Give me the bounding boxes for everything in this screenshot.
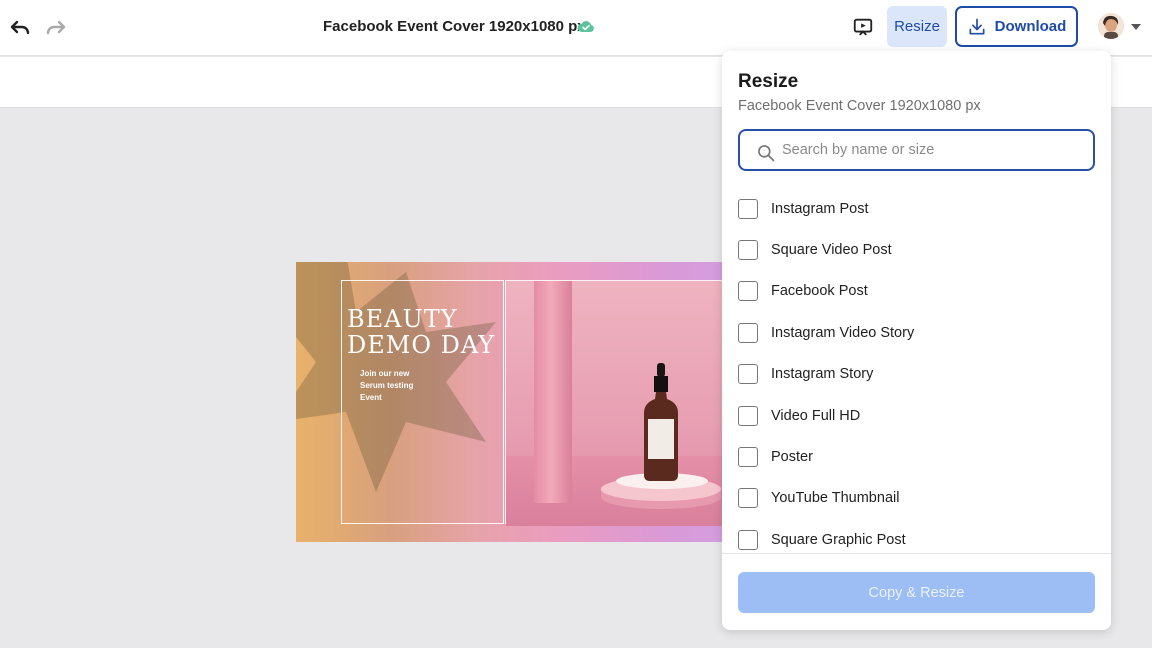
search-icon [758, 145, 775, 162]
undo-button[interactable] [4, 12, 36, 44]
checkbox[interactable] [738, 488, 758, 508]
list-item[interactable]: Video Full HD [738, 404, 860, 428]
list-item[interactable]: Poster [738, 445, 813, 469]
caret-down-icon[interactable] [1131, 24, 1141, 30]
list-item[interactable]: Square Graphic Post [738, 528, 906, 552]
copy-resize-button[interactable]: Copy & Resize [738, 572, 1095, 613]
checkbox[interactable] [738, 281, 758, 301]
present-button[interactable] [850, 14, 876, 40]
checkbox[interactable] [738, 323, 758, 343]
checkbox[interactable] [738, 364, 758, 384]
avatar[interactable] [1098, 13, 1124, 39]
list-item[interactable]: Instagram Post [738, 197, 869, 221]
undo-icon [10, 20, 30, 35]
resize-button[interactable]: Resize [887, 6, 947, 47]
download-icon [969, 18, 985, 35]
checkbox[interactable] [738, 199, 758, 219]
checkbox[interactable] [738, 406, 758, 426]
panel-title: Resize [738, 71, 799, 92]
present-icon [853, 18, 873, 36]
checkbox[interactable] [738, 447, 758, 467]
design-canvas[interactable]: BEAUTY DEMO DAY Join our new Serum testi… [296, 262, 766, 542]
panel-subtitle: Facebook Event Cover 1920x1080 px [738, 98, 981, 114]
redo-button[interactable] [40, 12, 72, 44]
search-input[interactable] [782, 139, 1082, 161]
list-item[interactable]: Instagram Story [738, 362, 873, 386]
top-toolbar: Facebook Event Cover 1920x1080 px Resize… [0, 0, 1152, 56]
document-title[interactable]: Facebook Event Cover 1920x1080 px [323, 18, 586, 35]
checkbox[interactable] [738, 240, 758, 260]
format-list: Instagram Post Square Video Post Faceboo… [738, 193, 1095, 553]
panel-divider [722, 553, 1111, 554]
redo-icon [46, 20, 66, 35]
search-box[interactable] [738, 129, 1095, 171]
cloud-check-icon [577, 21, 594, 32]
list-item[interactable]: YouTube Thumbnail [738, 486, 899, 510]
list-item[interactable]: Facebook Post [738, 279, 868, 303]
list-item[interactable]: Instagram Video Story [738, 321, 914, 345]
design-subtitle: Join our new Serum testing Event [360, 369, 414, 402]
resize-panel: Resize Facebook Event Cover 1920x1080 px… [722, 51, 1111, 630]
download-label: Download [994, 18, 1067, 35]
serum-bottle [644, 363, 678, 481]
download-button[interactable]: Download [955, 6, 1078, 47]
checkbox[interactable] [738, 530, 758, 550]
design-title: BEAUTY DEMO DAY [347, 305, 496, 359]
list-item[interactable]: Square Video Post [738, 238, 892, 262]
pink-column [534, 281, 572, 503]
